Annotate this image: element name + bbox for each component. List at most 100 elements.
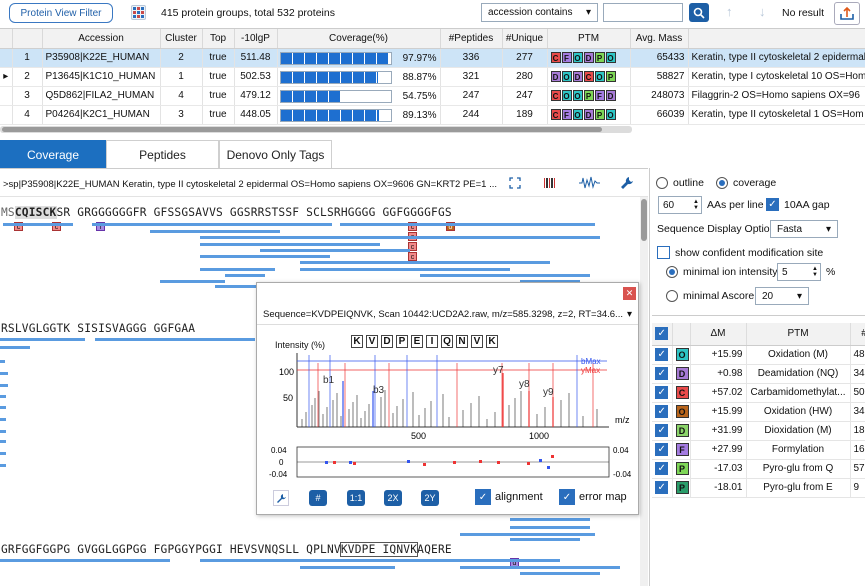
peptide-bar[interactable] (460, 533, 595, 536)
peptide-bar[interactable] (0, 384, 8, 387)
col-ptm-name[interactable]: PTM (746, 323, 851, 346)
protein-view-filter-button[interactable]: Protein View Filter (9, 3, 113, 23)
ptm-row[interactable]: ✓ D+31.99Dioxidation (M)185 (652, 421, 865, 441)
grid-button[interactable]: # (309, 490, 327, 506)
col-ptm-count[interactable]: # (850, 323, 865, 346)
ptm-checkbox[interactable]: ✓ (652, 383, 673, 403)
ptm-checkbox[interactable]: ✓ (652, 459, 673, 479)
ptm-row[interactable]: ✓ P -17.03 Pyro-glu from Q 57 (652, 459, 865, 479)
peptide-bar[interactable] (150, 230, 280, 233)
ptm-checkbox[interactable]: ✓ (652, 478, 673, 498)
peptide-bar[interactable] (300, 566, 395, 569)
ptm-row[interactable]: ✓ O+15.99Oxidation (M)4817 (652, 345, 865, 365)
barcode-icon[interactable] (543, 176, 557, 190)
ptm-checkbox[interactable]: ✓ (652, 402, 673, 422)
alignment-checkbox[interactable]: ✓ alignment (475, 489, 543, 505)
peptide-bar[interactable] (0, 430, 6, 433)
peptide-bar[interactable] (0, 418, 6, 421)
min-ascore-radio[interactable]: minimal Ascore (666, 290, 754, 302)
spectrum-title-select[interactable]: Sequence=KVDPEIQNVK, Scan 10442:UCD2A2.r… (257, 305, 638, 325)
waveform-icon[interactable] (578, 176, 600, 190)
tab-coverage[interactable]: Coverage (0, 140, 106, 168)
vertical-scrollbar[interactable] (640, 197, 648, 586)
ptm-row[interactable]: ✓ D+0.98Deamidation (NQ)3425 (652, 364, 865, 384)
ptm-row[interactable]: ✓ C+57.02Carbamidomethylat...507 (652, 383, 865, 403)
col-peptides[interactable]: #Peptides (440, 29, 503, 49)
zoom-2x-button[interactable]: 2X (384, 490, 402, 506)
peptide-bar[interactable] (300, 268, 510, 271)
peptide-bar[interactable] (200, 268, 275, 271)
wrench-icon[interactable] (273, 490, 289, 506)
col-score[interactable]: -10lgP (234, 29, 278, 49)
search-mode-select[interactable]: accession contains ▾ (481, 3, 598, 22)
arrow-down-icon[interactable]: ↓ (759, 4, 766, 19)
close-icon[interactable]: ✕ (623, 287, 636, 300)
peptide-bar[interactable] (300, 261, 550, 264)
peptide-bar[interactable] (3, 223, 73, 226)
ptm-row[interactable]: ✓ P -18.01 Pyro-glu from E9 (652, 478, 865, 498)
peptide-bar[interactable] (0, 372, 8, 375)
peptide-bar[interactable] (200, 559, 560, 562)
peptide-bar[interactable] (520, 572, 600, 575)
peptide-bar[interactable] (0, 338, 85, 341)
ptm-checkbox[interactable]: ✓ (652, 440, 673, 460)
search-input[interactable] (603, 3, 683, 22)
peptide-bar[interactable] (0, 395, 6, 398)
peptide-bar[interactable] (420, 236, 600, 239)
peptide-bar[interactable] (0, 406, 6, 409)
zoom-2y-button[interactable]: 2Y (421, 490, 439, 506)
tab-peptides[interactable]: Peptides (106, 140, 219, 168)
peptide-bar[interactable] (0, 360, 5, 363)
mod-marker-c[interactable]: c (408, 252, 417, 261)
peptide-bar[interactable] (510, 518, 590, 521)
peptide-bar[interactable] (92, 223, 332, 226)
peptide-bar[interactable] (225, 274, 265, 277)
export-button[interactable] (834, 2, 860, 25)
ptm-checkbox[interactable]: ✓ (652, 364, 673, 384)
outline-radio[interactable]: outline (656, 177, 704, 189)
col-delta-mass[interactable]: ΔM (690, 323, 747, 346)
fit-icon[interactable] (508, 176, 522, 190)
peptide-bar[interactable] (0, 440, 6, 443)
peptide-bar[interactable] (340, 223, 595, 226)
min-ascore-select[interactable]: 20 ▾ (755, 287, 809, 305)
arrow-up-icon[interactable]: ↑ (726, 4, 733, 19)
col-ptm[interactable]: PTM (547, 29, 631, 49)
horizontal-scrollbar[interactable] (0, 126, 632, 133)
peptide-bar[interactable] (510, 538, 580, 541)
table-row[interactable]: ▸ 2 P13645|K1C10_HUMAN 1 true 502.53 88.87% 321… (0, 67, 865, 87)
table-row[interactable]: 4 P04264|K2C1_HUMAN 3 true 448.05 89.13% 244 18… (0, 105, 865, 125)
ratio-1-1-button[interactable]: 1:1 (347, 490, 365, 506)
col-top[interactable]: Top (202, 29, 235, 49)
error-map-checkbox[interactable]: ✓ error map (559, 489, 627, 505)
peptide-bar[interactable] (420, 274, 590, 277)
ptm-row[interactable]: ✓ F+27.99Formylation163 (652, 440, 865, 460)
tab-denovo-only-tags[interactable]: Denovo Only Tags (219, 140, 332, 168)
ptm-checkbox[interactable]: ✓ (652, 421, 673, 441)
peptide-bar[interactable] (0, 346, 30, 349)
peptide-bar[interactable] (510, 526, 590, 529)
table-row[interactable]: 3 Q5D862|FILA2_HUMAN 4 true 479.12 54.75% 247 2… (0, 86, 865, 106)
peptide-bar[interactable] (0, 464, 6, 467)
peptide-bar[interactable] (0, 559, 170, 562)
peptide-bar[interactable] (95, 338, 255, 341)
column-settings-icon[interactable] (131, 5, 146, 20)
aas-per-line-input[interactable]: 60 ▲ ▼ (658, 196, 702, 214)
sequence-display-select[interactable]: Fasta ▾ (770, 220, 838, 238)
coverage-radio[interactable]: coverage (716, 177, 776, 189)
peptide-bar[interactable] (200, 255, 330, 258)
col-unique[interactable]: #Unique (502, 29, 548, 49)
table-row[interactable]: 1 P35908|K22E_HUMAN 2 true 511.48 97.97% 336 27… (0, 48, 865, 68)
peptide-bar[interactable] (460, 566, 620, 569)
ptm-select-all[interactable]: ✓ (652, 323, 673, 346)
peptide-bar[interactable] (160, 280, 225, 283)
peptide-bar[interactable] (260, 249, 410, 252)
col-accession[interactable]: Accession (42, 29, 161, 49)
col-cluster[interactable]: Cluster (160, 29, 203, 49)
ptm-checkbox[interactable]: ✓ (652, 345, 673, 365)
wrench-icon[interactable] (620, 176, 634, 190)
col-coverage[interactable]: Coverage(%) (277, 29, 441, 49)
peptide-bar[interactable] (200, 243, 380, 246)
gap-checkbox[interactable]: ✓ 10AA gap (766, 198, 830, 211)
ptm-row[interactable]: ✓ O+15.99Oxidation (HW)345 (652, 402, 865, 422)
